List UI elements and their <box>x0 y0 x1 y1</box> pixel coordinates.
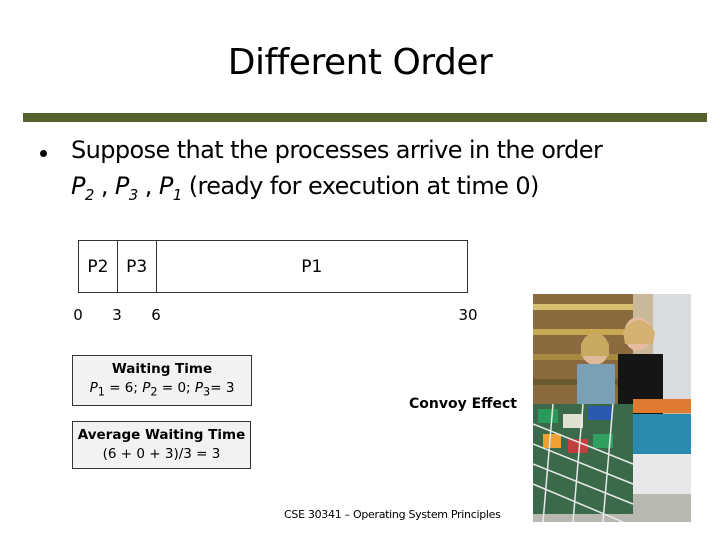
gantt-tick-label: 0 <box>73 306 83 324</box>
convoy-effect-label: Convoy Effect <box>409 396 517 412</box>
waiting-time-box: Waiting Time P1 = 6; P2 = 0; P3= 3 <box>72 355 252 406</box>
slide-title: Different Order <box>227 42 493 83</box>
process-order-3: P1 <box>158 172 182 204</box>
average-waiting-time-box: Average Waiting Time (6 + 0 + 3)/3 = 3 <box>72 421 251 469</box>
slide-footer: CSE 30341 – Operating System Principles <box>284 508 501 521</box>
shopping-carts-photo <box>533 294 691 522</box>
bullet-suffix: (ready for execution at time 0) <box>181 172 540 200</box>
gantt-tick-label: 6 <box>151 306 161 324</box>
process-order-1: P2 <box>71 172 94 204</box>
title-divider <box>23 113 707 122</box>
average-waiting-time-formula: (6 + 0 + 3)/3 = 3 <box>102 446 221 462</box>
gantt-chart: P2 P3 P1 <box>78 240 468 293</box>
gantt-segment-p2: P2 <box>79 241 118 292</box>
bullet-icon <box>40 150 47 157</box>
gantt-tick-label: 30 <box>458 306 478 324</box>
average-waiting-time-header: Average Waiting Time <box>77 427 246 443</box>
gantt-tick-label: 3 <box>112 306 122 324</box>
process-order-2: P3 <box>114 172 138 204</box>
gantt-segment-p1: P1 <box>301 256 323 277</box>
gantt-segment-p3: P3 <box>118 241 157 292</box>
waiting-time-values: P1 = 6; P2 = 0; P3= 3 <box>89 380 235 399</box>
bullet-text-line-2: P2 , P3 , P1 (ready for execution at tim… <box>71 172 539 204</box>
waiting-time-header: Waiting Time <box>111 361 213 377</box>
bullet-text: Suppose that the processes arrive in the… <box>71 136 603 164</box>
